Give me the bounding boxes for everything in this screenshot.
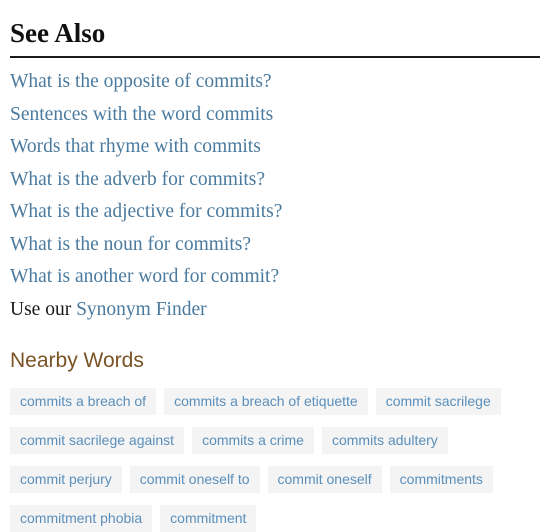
see-also-link-adverb[interactable]: What is the adverb for commits? — [10, 169, 265, 190]
nearby-word-tag[interactable]: commits a breach of — [10, 388, 157, 416]
see-also-link-noun[interactable]: What is the noun for commits? — [10, 234, 251, 255]
see-also-link-list: What is the opposite of commits? Sentenc… — [10, 58, 539, 326]
nearby-word-tag[interactable]: commit sacrilege — [375, 388, 501, 416]
nearby-word-tag[interactable]: commits adultery — [321, 427, 448, 455]
list-item: Words that rhyme with commits — [10, 131, 539, 164]
list-item: What is the adverb for commits? — [10, 164, 539, 197]
see-also-link-sentences[interactable]: Sentences with the word commits — [10, 104, 273, 125]
see-also-link-adjective[interactable]: What is the adjective for commits? — [10, 201, 282, 222]
nearby-words-tag-cloud: commits a breach of commits a breach of … — [10, 372, 545, 532]
list-item: Sentences with the word commits — [10, 99, 539, 132]
nearby-word-tag[interactable]: commits a breach of etiquette — [164, 388, 368, 416]
nearby-words-title: Nearby Words — [10, 349, 144, 373]
list-item-synonym-finder: Use our Synonym Finder — [10, 294, 539, 327]
synonym-finder-link[interactable]: Synonym Finder — [76, 299, 207, 320]
see-also-link-rhymes[interactable]: Words that rhyme with commits — [10, 136, 261, 157]
nearby-word-tag[interactable]: commitment phobia — [10, 505, 153, 532]
list-item: What is the noun for commits? — [10, 229, 539, 262]
list-item: What is the adjective for commits? — [10, 196, 539, 229]
page-title: See Also — [10, 18, 106, 48]
see-also-link-another-word[interactable]: What is another word for commit? — [10, 266, 279, 287]
nearby-word-tag[interactable]: commit sacrilege against — [10, 427, 185, 455]
nearby-word-tag[interactable]: commit oneself to — [129, 466, 260, 494]
use-our-label: Use our — [10, 298, 77, 320]
nearby-word-tag[interactable]: commit perjury — [10, 466, 122, 494]
see-also-page: See Also What is the opposite of commits… — [0, 0, 549, 532]
nearby-word-tag[interactable]: commits a crime — [192, 427, 314, 455]
nearby-word-tag[interactable]: commitments — [389, 466, 493, 494]
see-also-link-opposite[interactable]: What is the opposite of commits? — [10, 71, 272, 92]
list-item: What is another word for commit? — [10, 261, 539, 294]
nearby-word-tag[interactable]: commit oneself — [267, 466, 382, 494]
list-item: What is the opposite of commits? — [10, 66, 539, 99]
nearby-word-tag[interactable]: commitment — [160, 505, 257, 532]
